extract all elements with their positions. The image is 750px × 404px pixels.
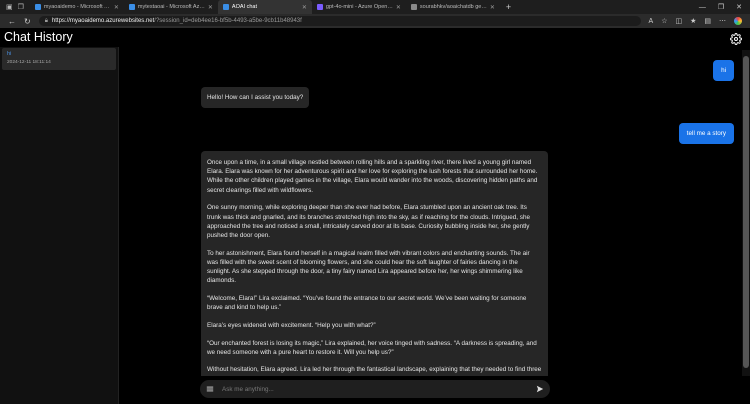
favorites-icon[interactable]: ★ (690, 17, 696, 25)
send-icon[interactable] (536, 385, 544, 393)
story-paragraph: “Our enchanted forest is losing its magi… (207, 339, 537, 356)
history-item[interactable]: hi 2024-12-11 18:11:14 (2, 48, 116, 70)
browser-tab-4[interactable]: sourabhkv/aoaichatdb general ✕ (406, 0, 500, 14)
azure-favicon-icon (34, 4, 41, 10)
gear-icon[interactable] (730, 33, 742, 45)
url-field[interactable]: 🔒︎ https://myaoaidemo.azurewebsites.net/… (38, 16, 641, 26)
close-tab-icon[interactable]: ✕ (396, 4, 401, 11)
history-item-timestamp: 2024-12-11 18:11:14 (7, 60, 51, 65)
story-paragraph: One sunny morning, while exploring deepe… (207, 204, 530, 239)
close-tab-icon[interactable]: ✕ (490, 4, 495, 11)
new-tab-button[interactable]: + (500, 0, 517, 14)
read-aloud-icon[interactable]: A (649, 18, 654, 25)
address-bar: ← ↻ 🔒︎ https://myaoaidemo.azurewebsites.… (0, 14, 750, 28)
story-paragraph: “Welcome, Elara!” Lira exclaimed. “You’v… (207, 294, 527, 312)
browser-tab-3[interactable]: gpt-4o-mini - Azure OpenAI Stu ✕ (312, 0, 406, 14)
collections-icon[interactable]: ▤ (704, 17, 711, 25)
chat-scrollbar-thumb[interactable] (743, 56, 749, 368)
favorite-star-icon[interactable]: ☆ (661, 17, 667, 25)
browser-tab-1[interactable]: mytestaoai - Microsoft Azure ✕ (124, 0, 218, 14)
story-paragraph: Once upon a time, in a small village nes… (207, 159, 538, 194)
browser-tab-2[interactable]: AOAI chat ✕ (217, 0, 312, 14)
message-input[interactable] (222, 385, 528, 393)
tab-label: mytestaoai - Microsoft Azure (137, 4, 205, 10)
tab-label: gpt-4o-mini - Azure OpenAI Stu (325, 4, 393, 10)
more-icon[interactable]: ⋯ (719, 17, 726, 25)
profile-avatar-icon[interactable] (734, 17, 742, 25)
history-item-title: hi (7, 51, 12, 57)
split-screen-icon[interactable]: ◫ (675, 17, 682, 25)
lock-icon: 🔒︎ (44, 17, 48, 24)
tab-label: sourabhkv/aoaichatdb general (419, 4, 487, 10)
message-composer (200, 380, 550, 398)
github-favicon-icon (410, 4, 417, 10)
chat-messages: hi Hello! How can I assist you today? te… (120, 50, 742, 376)
sidebar-title: Chat History (4, 30, 73, 44)
chat-history-sidebar: hi 2024-12-11 18:11:14 (0, 47, 119, 404)
back-icon[interactable]: ← (8, 17, 16, 26)
browser-tab-0[interactable]: myaoaidemo - Microsoft Azure ✕ (30, 0, 124, 14)
tab-label: AOAI chat (231, 4, 257, 10)
story-paragraph: Elara’s eyes widened with excitement. “H… (207, 321, 376, 329)
app-favicon-icon (222, 4, 229, 10)
menu-icon[interactable] (206, 385, 214, 393)
user-message: hi (713, 60, 734, 81)
close-tab-icon[interactable]: ✕ (208, 4, 213, 11)
url-host: https://myaoaidemo.azurewebsites.net (51, 18, 155, 24)
story-paragraph: Without hesitation, Elara agreed. Lira l… (207, 366, 542, 376)
maximize-icon[interactable]: ❐ (718, 3, 724, 11)
story-paragraph: To her astonishment, Elara found herself… (207, 249, 530, 285)
browser-tab-strip: ▣ ❐ myaoaidemo - Microsoft Azure ✕ mytes… (0, 0, 750, 14)
minimize-icon[interactable]: — (699, 4, 706, 11)
openai-studio-favicon-icon (316, 4, 323, 10)
tab-actions-icon[interactable]: ❐ (18, 3, 24, 11)
azure-favicon-icon (128, 4, 135, 10)
assistant-message: Hello! How can I assist you today? (201, 87, 310, 108)
tab-label: myaoaidemo - Microsoft Azure (43, 4, 111, 10)
close-window-icon[interactable]: ✕ (736, 3, 742, 11)
user-message: tell me a story (678, 123, 734, 144)
workspaces-icon[interactable]: ▣ (6, 3, 13, 11)
assistant-story-message: Once upon a time, in a small village nes… (201, 151, 548, 376)
close-tab-icon[interactable]: ✕ (302, 4, 307, 11)
reload-icon[interactable]: ↻ (24, 17, 31, 26)
url-path: /?session_id=deb4ee16-bf5b-4493-a5be-9cb… (154, 18, 302, 24)
close-tab-icon[interactable]: ✕ (114, 4, 119, 11)
